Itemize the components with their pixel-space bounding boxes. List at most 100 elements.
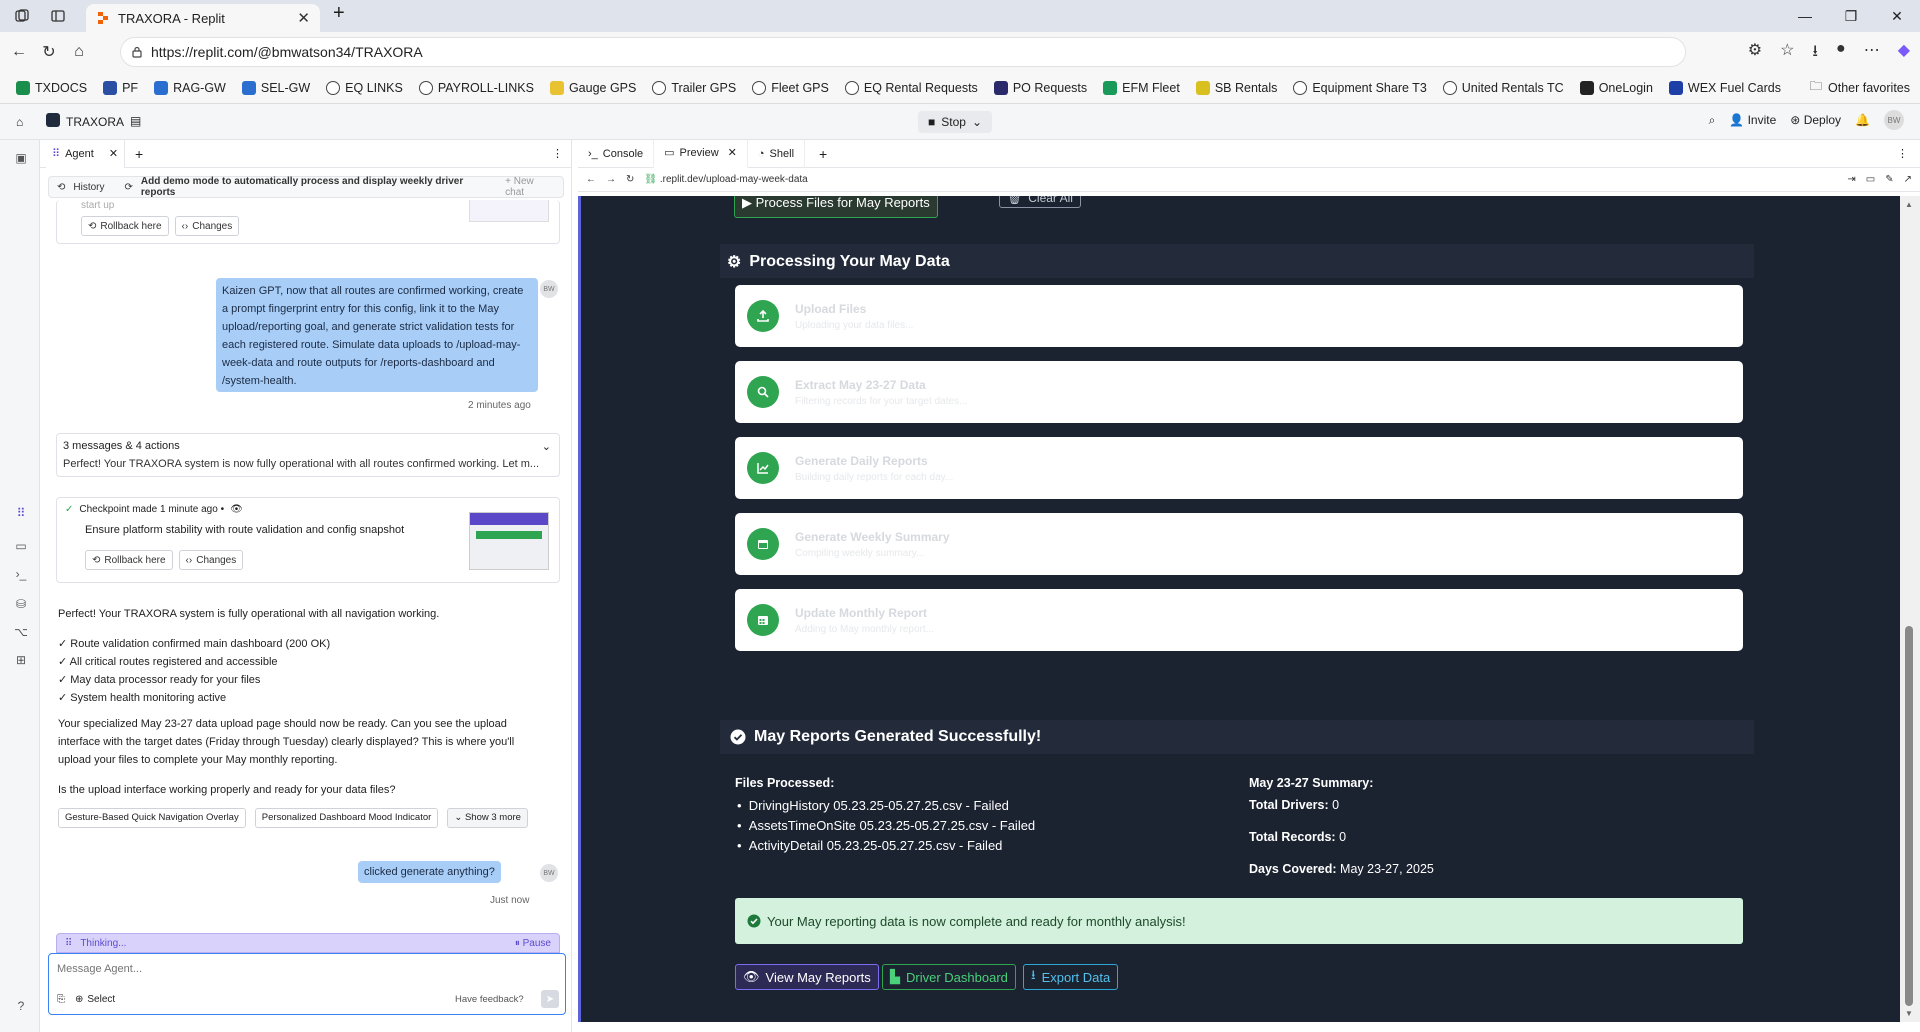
- favorite-link[interactable]: EQ Rental Requests: [837, 80, 986, 95]
- process-files-button[interactable]: ▶ Process Files for May Reports: [734, 196, 938, 218]
- help-icon[interactable]: ?: [13, 998, 29, 1014]
- view-icon[interactable]: 👁: [230, 504, 243, 515]
- avatar[interactable]: BW: [1884, 110, 1904, 130]
- tab-actions-icon[interactable]: [50, 8, 66, 24]
- new-tab-icon[interactable]: +: [333, 2, 345, 25]
- scroll-up-icon[interactable]: ▲: [1905, 200, 1913, 209]
- checkpoint-thumbnail[interactable]: [469, 512, 549, 570]
- url-field[interactable]: https://replit.com/@bmwatson34/TRAXORA: [120, 37, 1686, 67]
- tab-shell[interactable]: ◔ Shell: [748, 139, 806, 168]
- reload-icon[interactable]: ↻: [34, 42, 64, 62]
- preview-rail-icon[interactable]: ▭: [13, 538, 29, 554]
- send-icon[interactable]: ➤: [541, 990, 559, 1008]
- preview-scrollbar[interactable]: ▲ ▼: [1900, 196, 1920, 1022]
- suggestion-chip[interactable]: Personalized Dashboard Mood Indicator: [254, 808, 439, 828]
- show-more-button[interactable]: ⌄ Show 3 more: [447, 808, 528, 828]
- favorite-link[interactable]: OneLogin: [1572, 80, 1661, 95]
- favorite-link[interactable]: EQ LINKS: [318, 80, 411, 95]
- workspaces-icon[interactable]: [14, 8, 30, 24]
- favorite-link[interactable]: SEL-GW: [234, 80, 318, 95]
- invite-button[interactable]: 👤 Invite: [1729, 113, 1776, 127]
- view-may-reports-button[interactable]: 👁 View May Reports: [735, 964, 879, 990]
- all-tools-icon[interactable]: ⊞: [13, 652, 29, 668]
- favorite-link[interactable]: WEX Fuel Cards: [1661, 80, 1789, 95]
- close-icon[interactable]: ✕: [109, 147, 118, 160]
- favorite-link[interactable]: EFM Fleet: [1095, 80, 1188, 95]
- pane-menu-icon[interactable]: ⋮: [552, 147, 563, 160]
- profile-icon[interactable]: ●: [1836, 40, 1846, 67]
- favorites-icon[interactable]: ☆: [1780, 40, 1794, 67]
- window-close-icon[interactable]: ✕: [1874, 0, 1920, 32]
- rollback-button[interactable]: ⟲ Rollback here: [81, 216, 169, 236]
- chevron-down-icon[interactable]: ⌄: [542, 440, 551, 453]
- stop-button[interactable]: ■ Stop ⌄: [918, 111, 992, 133]
- more-icon[interactable]: ⋯: [1864, 40, 1880, 67]
- back-icon[interactable]: ←: [586, 174, 596, 185]
- changes-button[interactable]: ‹› Changes: [178, 550, 244, 570]
- favorite-link[interactable]: TXDOCS: [8, 80, 95, 95]
- extensions-icon[interactable]: ⚙: [1748, 40, 1762, 67]
- favorite-link[interactable]: Equipment Share T3: [1285, 80, 1434, 95]
- favorite-link[interactable]: PF: [95, 80, 146, 95]
- scroll-down-icon[interactable]: ▼: [1905, 1009, 1913, 1018]
- message-input[interactable]: [57, 960, 537, 978]
- scrollbar-thumb[interactable]: [1905, 626, 1913, 1006]
- favorite-link[interactable]: Trailer GPS: [644, 80, 744, 95]
- tab-preview[interactable]: ▭ Preview ✕: [654, 139, 748, 168]
- rollback-button[interactable]: ⟲ Rollback here: [85, 550, 173, 570]
- layout-icon[interactable]: ▤: [130, 114, 141, 128]
- favorite-link[interactable]: RAG-GW: [146, 80, 234, 95]
- favorite-link[interactable]: Fleet GPS: [744, 80, 837, 95]
- close-icon[interactable]: ✕: [728, 146, 737, 159]
- tab-agent[interactable]: ⠿ Agent ✕: [46, 139, 126, 168]
- add-tab-icon[interactable]: +: [819, 146, 827, 162]
- select-button[interactable]: ⊕ Select: [75, 994, 115, 1005]
- new-chat-button[interactable]: + New chat: [505, 176, 555, 198]
- open-new-window-icon[interactable]: ↗: [1904, 174, 1912, 185]
- changes-button[interactable]: ‹› Changes: [174, 216, 240, 236]
- bell-icon[interactable]: 🔔: [1855, 113, 1870, 127]
- pause-button[interactable]: ⏸ Pause: [515, 938, 551, 949]
- driver-dashboard-button[interactable]: ▙ Driver Dashboard: [882, 964, 1016, 990]
- favorite-link[interactable]: SB Rentals: [1188, 80, 1286, 95]
- search-icon[interactable]: ⌕: [1709, 113, 1716, 128]
- shell-rail-icon[interactable]: ›_: [13, 566, 29, 582]
- chat-history-bar[interactable]: ⟲ History ⟳ Add demo mode to automatical…: [48, 176, 564, 198]
- export-data-button[interactable]: ⭳ Export Data: [1023, 964, 1119, 990]
- deploy-button[interactable]: ⊛ Deploy: [1790, 113, 1841, 127]
- project-name[interactable]: TRAXORA: [66, 115, 124, 129]
- forward-icon[interactable]: →: [606, 174, 616, 185]
- pane-menu-icon[interactable]: ⋮: [1897, 147, 1908, 160]
- restore-icon[interactable]: ❐: [1828, 0, 1874, 32]
- favorite-link[interactable]: PAYROLL-LINKS: [411, 80, 542, 95]
- replit-home-icon[interactable]: ⌂: [16, 115, 23, 129]
- devices-icon[interactable]: ▭: [1866, 174, 1875, 185]
- downloads-icon[interactable]: ⭳: [1812, 40, 1818, 67]
- browser-tab-active[interactable]: TRAXORA - Replit ✕: [86, 4, 320, 32]
- add-tab-icon[interactable]: +: [135, 146, 143, 162]
- devtools-icon[interactable]: ✎: [1885, 174, 1893, 185]
- favorite-link[interactable]: Gauge GPS: [542, 80, 644, 95]
- other-favorites[interactable]: 🗀 Other favorites: [1810, 77, 1911, 98]
- preview-url[interactable]: ⛓ .replit.dev/upload-may-week-data: [644, 174, 807, 185]
- feedback-link[interactable]: Have feedback?: [455, 994, 524, 1005]
- go-icon[interactable]: ⇥: [1847, 174, 1855, 185]
- tab-console[interactable]: ›_ Console: [578, 139, 655, 168]
- agent-rail-icon[interactable]: ⠿: [13, 505, 29, 521]
- actions-summary[interactable]: 3 messages & 4 actions ⌄ Perfect! Your T…: [56, 433, 560, 477]
- suggestion-chip[interactable]: Gesture-Based Quick Navigation Overlay: [58, 808, 246, 828]
- attach-icon[interactable]: ⎘: [57, 994, 65, 1005]
- checkpoint-thumbnail[interactable]: [469, 200, 549, 222]
- home-icon[interactable]: ⌂: [64, 43, 94, 61]
- favorite-link[interactable]: PO Requests: [986, 80, 1095, 95]
- minimize-icon[interactable]: —: [1782, 0, 1828, 32]
- file-tree-icon[interactable]: ▣: [13, 150, 29, 166]
- copilot-icon[interactable]: ◆: [1898, 40, 1910, 67]
- close-tab-icon[interactable]: ✕: [297, 9, 310, 27]
- reload-icon[interactable]: ↻: [626, 174, 634, 185]
- clear-all-button[interactable]: 🗑 Clear All: [999, 196, 1081, 208]
- favorite-link[interactable]: United Rentals TC: [1435, 80, 1572, 95]
- back-icon[interactable]: ←: [4, 43, 34, 61]
- git-icon[interactable]: ⌥: [13, 624, 29, 640]
- database-icon[interactable]: ⛁: [13, 596, 29, 612]
